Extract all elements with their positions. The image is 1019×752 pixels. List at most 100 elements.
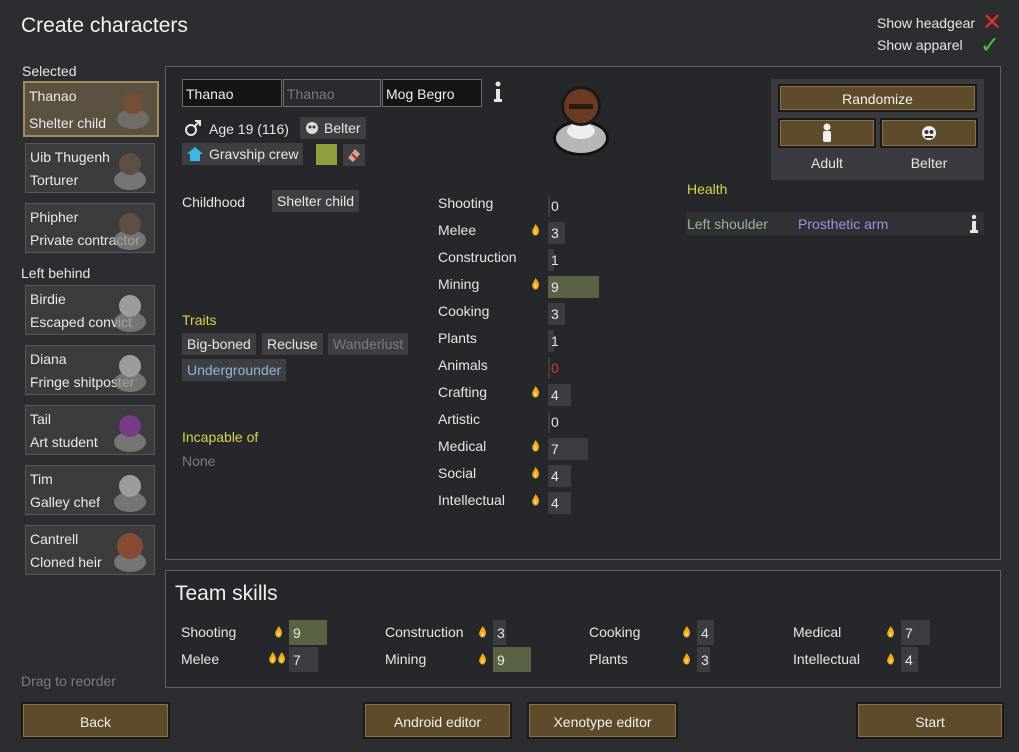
info-icon[interactable] bbox=[491, 80, 505, 104]
skill-value: 3 bbox=[551, 306, 559, 322]
team-skill-value: 9 bbox=[497, 652, 505, 668]
pawn-card-phipher[interactable]: Phipher Private contractor bbox=[25, 203, 155, 253]
incapable-value: None bbox=[182, 453, 216, 469]
team-skill-name: Intellectual bbox=[793, 651, 860, 667]
trait-wanderlust[interactable]: Wanderlust bbox=[328, 333, 409, 355]
skill-value: 4 bbox=[551, 387, 559, 403]
show-headgear-toggle-icon[interactable]: ✕ bbox=[982, 11, 1002, 35]
skill-name: Medical bbox=[438, 438, 487, 454]
pawn-title: Galley chef bbox=[30, 494, 101, 510]
passion-flame-icon bbox=[275, 626, 283, 638]
skill-name: Shooting bbox=[438, 195, 494, 211]
pawn-card-tail[interactable]: Tail Art student bbox=[25, 405, 155, 455]
pawn-title: Torturer bbox=[30, 172, 79, 188]
passion-flame-icon bbox=[532, 224, 540, 236]
pawn-card-diana[interactable]: Diana Fringe shitposter bbox=[25, 345, 155, 395]
pawn-portrait-icon bbox=[553, 86, 609, 156]
android-editor-button[interactable]: Android editor bbox=[363, 702, 512, 739]
skill-value: 3 bbox=[551, 225, 559, 241]
skill-name: Melee bbox=[438, 222, 477, 238]
faction-chip[interactable]: Gravship crew bbox=[182, 143, 304, 165]
show-headgear-label[interactable]: Show headgear bbox=[877, 15, 975, 31]
skill-name: Mining bbox=[438, 276, 480, 292]
skill-name: Plants bbox=[438, 330, 477, 346]
show-apparel-toggle-icon[interactable]: ✓ bbox=[980, 34, 1000, 58]
trait-big-boned[interactable]: Big-boned bbox=[182, 333, 256, 355]
selected-label: Selected bbox=[22, 63, 77, 79]
team-skill-name: Cooking bbox=[589, 624, 641, 640]
skill-level-bar bbox=[548, 195, 550, 217]
last-name-input[interactable]: Mog Begro bbox=[382, 79, 482, 107]
skill-value: 1 bbox=[551, 333, 559, 349]
team-skill-value: 4 bbox=[905, 652, 913, 668]
skill-level-bar bbox=[548, 357, 550, 379]
back-button[interactable]: Back bbox=[21, 702, 170, 739]
pawn-portrait-icon bbox=[114, 355, 146, 392]
show-apparel-label[interactable]: Show apparel bbox=[877, 37, 963, 53]
passion-flame-icon bbox=[683, 653, 691, 665]
pawn-name: Tim bbox=[30, 471, 53, 487]
age-stage-button[interactable] bbox=[778, 118, 876, 148]
pawn-name: Phipher bbox=[30, 209, 79, 225]
team-skill-value: 4 bbox=[701, 625, 709, 641]
xenotype-button[interactable] bbox=[880, 118, 978, 148]
traits-heading: Traits bbox=[182, 312, 217, 328]
health-heading: Health bbox=[687, 181, 728, 197]
xenotype-chip[interactable]: Belter bbox=[300, 117, 366, 139]
pawn-card-uib-thugenh[interactable]: Uib Thugenh Torturer bbox=[25, 143, 155, 193]
passion-flame-icon bbox=[887, 626, 895, 638]
pawn-card-thanao[interactable]: Thanao Shelter child bbox=[23, 81, 159, 137]
passion-flame-icon bbox=[683, 626, 691, 638]
team-skill-name: Melee bbox=[181, 651, 220, 667]
team-skill-name: Construction bbox=[385, 624, 464, 640]
pawn-title: Cloned heir bbox=[30, 554, 102, 570]
skill-value: 4 bbox=[551, 495, 559, 511]
skill-name: Animals bbox=[438, 357, 488, 373]
pawn-name: Uib Thugenh bbox=[30, 149, 110, 165]
nickname-input[interactable]: Thanao bbox=[283, 79, 381, 107]
major-passion-flame-icon bbox=[269, 652, 286, 664]
ideology-icon[interactable] bbox=[343, 144, 365, 166]
randomize-button[interactable]: Randomize bbox=[778, 84, 977, 112]
xenotype-label: Belter bbox=[324, 120, 361, 136]
pawn-card-cantrell[interactable]: Cantrell Cloned heir bbox=[25, 525, 155, 575]
team-skills-title: Team skills bbox=[175, 582, 278, 605]
team-skill-name: Plants bbox=[589, 651, 628, 667]
childhood-label: Childhood bbox=[182, 194, 246, 210]
skill-name: Social bbox=[438, 465, 477, 481]
childhood-backstory[interactable]: Shelter child bbox=[272, 190, 360, 212]
team-skill-value: 3 bbox=[701, 652, 709, 668]
team-skill-name: Medical bbox=[793, 624, 842, 640]
pawn-portrait-icon bbox=[114, 295, 146, 332]
xenotype-editor-button[interactable]: Xenotype editor bbox=[527, 702, 678, 739]
belter-xenotype-icon bbox=[922, 126, 936, 140]
male-gender-icon bbox=[185, 120, 201, 136]
passion-flame-icon bbox=[479, 653, 487, 665]
team-skill-value: 7 bbox=[905, 625, 913, 641]
pawn-card-birdie[interactable]: Birdie Escaped convict bbox=[25, 285, 155, 335]
passion-flame-icon bbox=[532, 494, 540, 506]
drag-to-reorder-hint: Drag to reorder bbox=[21, 673, 116, 689]
trait-recluse[interactable]: Recluse bbox=[262, 333, 323, 355]
skill-value: 0 bbox=[551, 414, 559, 430]
skill-name: Artistic bbox=[438, 411, 480, 427]
skill-value: 1 bbox=[551, 252, 559, 268]
pawn-portrait-icon bbox=[114, 213, 146, 250]
trait-undergrounder[interactable]: Undergrounder bbox=[182, 359, 287, 381]
pawn-name: Birdie bbox=[30, 291, 66, 307]
age-label[interactable]: Age 19 (116) bbox=[209, 121, 289, 137]
first-name-input[interactable]: Thanao bbox=[182, 79, 282, 107]
pawn-portrait-icon bbox=[114, 415, 146, 452]
skill-value: 7 bbox=[551, 441, 559, 457]
adult-figure-icon bbox=[823, 123, 831, 142]
start-button[interactable]: Start bbox=[856, 702, 1004, 739]
pawn-card-tim[interactable]: Tim Galley chef bbox=[25, 465, 155, 515]
team-skill-value: 3 bbox=[497, 625, 505, 641]
pawn-portrait-icon bbox=[117, 92, 149, 129]
incapable-heading: Incapable of bbox=[182, 429, 259, 445]
favorite-color-swatch[interactable] bbox=[316, 144, 337, 165]
left-behind-label: Left behind bbox=[21, 265, 91, 281]
health-info-icon[interactable] bbox=[968, 214, 980, 234]
passion-flame-icon bbox=[887, 653, 895, 665]
belter-xenotype-icon bbox=[306, 122, 318, 134]
